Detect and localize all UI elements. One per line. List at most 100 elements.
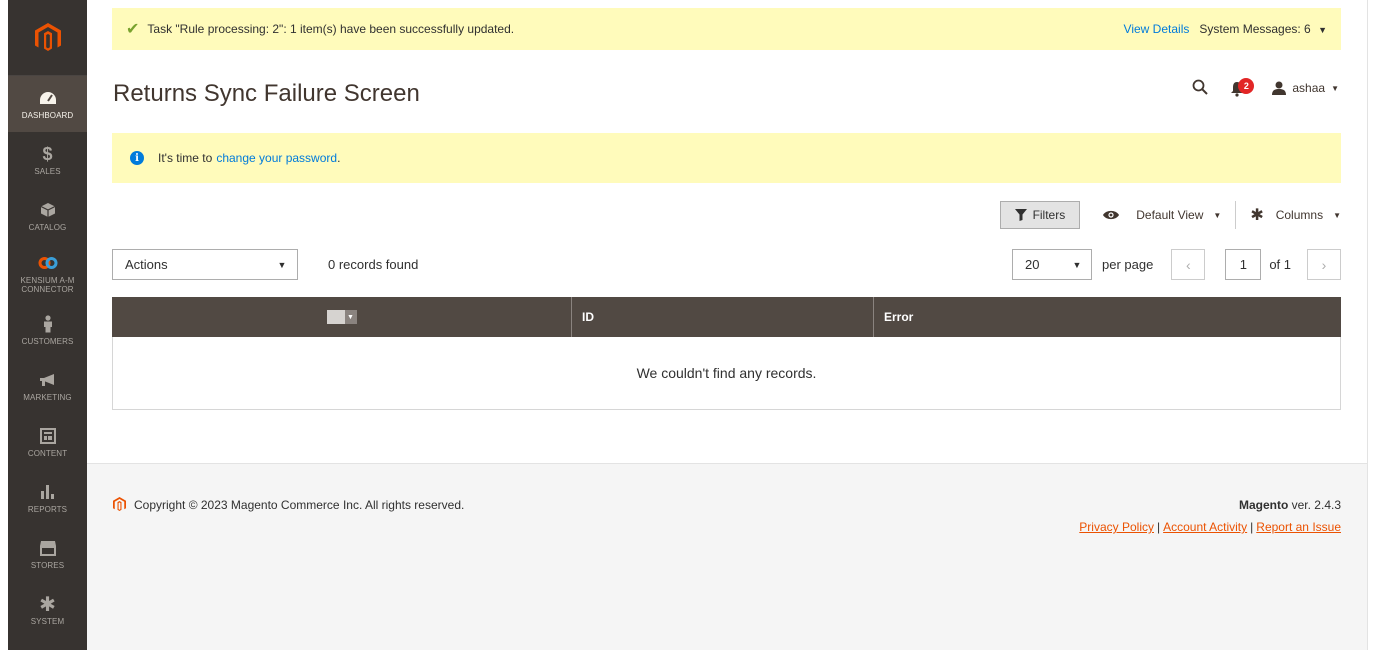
magento-logo-icon xyxy=(113,497,126,511)
brand-name: Magento xyxy=(1238,498,1289,512)
column-header-id[interactable]: ID xyxy=(572,297,874,337)
per-page-select[interactable]: 20 ▼ xyxy=(1011,249,1092,280)
dollar-icon: $ xyxy=(42,143,53,164)
gear-icon: ✱ xyxy=(39,593,56,616)
sidebar-item-sales[interactable]: $ SALES xyxy=(8,132,87,188)
header-actions: 2 ashaa ▼ xyxy=(1192,78,1339,98)
sidebar-item-content[interactable]: CONTENT xyxy=(8,414,87,470)
column-header-error[interactable]: Error xyxy=(874,297,1341,337)
column-mass-select: ▼ xyxy=(112,297,572,337)
system-message-actions: View Details System Messages: 6 ▼ xyxy=(1124,22,1327,36)
sidebar-item-system[interactable]: ✱ SYSTEM xyxy=(8,582,87,638)
layout-icon xyxy=(37,425,59,447)
scroll-edge xyxy=(1367,0,1373,650)
next-page-button[interactable]: › xyxy=(1307,249,1341,280)
filters-label: Filters xyxy=(1032,208,1066,222)
user-icon xyxy=(1272,81,1287,95)
store-icon xyxy=(37,537,59,559)
notice-prefix: It's time to xyxy=(158,151,213,165)
notification-count-badge: 2 xyxy=(1238,78,1255,94)
sidebar-item-customers[interactable]: CUSTOMERS xyxy=(8,302,87,358)
version-info: Magento ver. 2.4.3 xyxy=(1079,498,1341,512)
notifications-button[interactable]: 2 xyxy=(1230,78,1255,98)
sidebar-item-kensium-connector[interactable]: KENSIUM A-M CONNECTOR xyxy=(8,244,87,302)
dashboard-icon xyxy=(37,87,59,109)
admin-sidebar: DASHBOARD $ SALES CATALOG KENSIUM A-M CO… xyxy=(8,0,87,650)
user-name: ashaa xyxy=(1292,81,1326,95)
filters-button[interactable]: Filters xyxy=(999,201,1081,229)
chevron-down-icon: ▼ xyxy=(1331,83,1339,93)
sidebar-item-label: CATALOG xyxy=(28,223,67,233)
page-number-input[interactable]: 1 xyxy=(1225,249,1262,280)
default-view-dropdown[interactable]: Default View ▼ xyxy=(1102,201,1237,229)
gear-icon: ✱ xyxy=(1250,207,1264,224)
columns-dropdown[interactable]: ✱ Columns ▼ xyxy=(1250,205,1341,225)
user-menu[interactable]: ashaa ▼ xyxy=(1272,81,1339,95)
sidebar-item-label: CUSTOMERS xyxy=(21,337,74,347)
sidebar-item-marketing[interactable]: MARKETING xyxy=(8,358,87,414)
search-icon[interactable] xyxy=(1192,79,1209,98)
default-view-label: Default View xyxy=(1136,208,1204,222)
link-separator: | xyxy=(1250,520,1254,534)
system-message-text: Task "Rule processing: 2": 1 item(s) hav… xyxy=(147,22,515,36)
system-message-bar: ✔ Task "Rule processing: 2": 1 item(s) h… xyxy=(112,8,1341,50)
page-number-value: 1 xyxy=(1239,257,1247,272)
link-icon xyxy=(37,252,59,274)
system-messages-toggle[interactable]: System Messages: 6 ▼ xyxy=(1199,22,1327,36)
grid-header: ▼ ID Error xyxy=(112,297,1341,337)
chevron-left-icon: ‹ xyxy=(1185,256,1191,273)
records-found: 0 records found xyxy=(328,257,419,272)
copyright: Copyright © 2023 Magento Commerce Inc. A… xyxy=(113,497,464,512)
actions-dropdown[interactable]: Actions ▼ xyxy=(112,249,298,280)
sidebar-item-label: CONTENT xyxy=(27,449,68,459)
password-notice: i It's time to change your password . xyxy=(112,133,1341,183)
change-password-link[interactable]: change your password xyxy=(216,151,337,165)
sidebar-item-dashboard[interactable]: DASHBOARD xyxy=(8,76,87,132)
checkmark-icon: ✔ xyxy=(126,21,140,38)
report-issue-link[interactable]: Report an Issue xyxy=(1256,520,1341,534)
chevron-down-icon: ▼ xyxy=(1213,210,1222,220)
cube-icon xyxy=(37,199,59,221)
chevron-down-icon: ▼ xyxy=(1072,259,1082,270)
link-separator: | xyxy=(1156,520,1161,534)
grid-toolbar: Filters Default View ▼ ✱ Columns ▼ xyxy=(999,200,1341,230)
pagination: 20 ▼ per page ‹ 1 of 1 › xyxy=(1011,249,1341,280)
sidebar-item-catalog[interactable]: CATALOG xyxy=(8,188,87,244)
previous-page-button[interactable]: ‹ xyxy=(1171,249,1206,280)
copyright-text: Copyright © 2023 Magento Commerce Inc. A… xyxy=(134,497,465,512)
sidebar-item-label: SALES xyxy=(34,167,61,177)
columns-label: Columns xyxy=(1275,208,1324,222)
privacy-policy-link[interactable]: Privacy Policy xyxy=(1079,520,1154,534)
page-total: of 1 xyxy=(1269,257,1291,272)
mass-select-dropdown[interactable]: ▼ xyxy=(326,310,357,324)
page-footer: Copyright © 2023 Magento Commerce Inc. A… xyxy=(87,463,1367,650)
magento-logo-icon xyxy=(34,22,61,51)
sidebar-item-label: MARKETING xyxy=(23,393,72,403)
data-grid: ▼ ID Error We couldn't find any records. xyxy=(112,297,1341,410)
sidebar-item-label: KENSIUM A-M CONNECTOR xyxy=(20,275,75,294)
sidebar-item-stores[interactable]: STORES xyxy=(8,526,87,582)
version-text: ver. 2.4.3 xyxy=(1288,498,1341,512)
system-messages-label: System Messages: 6 xyxy=(1199,22,1311,36)
sidebar-item-label: REPORTS xyxy=(27,505,68,515)
account-activity-link[interactable]: Account Activity xyxy=(1163,520,1247,534)
bar-chart-icon xyxy=(37,481,59,503)
chevron-down-icon: ▼ xyxy=(344,310,357,324)
grid-empty-message: We couldn't find any records. xyxy=(112,337,1341,410)
megaphone-icon xyxy=(37,369,59,391)
sidebar-item-label: STORES xyxy=(30,561,65,571)
per-page-label: per page xyxy=(1101,257,1154,272)
actions-label: Actions xyxy=(125,257,168,272)
main-content: ✔ Task "Rule processing: 2": 1 item(s) h… xyxy=(87,0,1367,650)
per-page-value: 20 xyxy=(1024,257,1040,272)
eye-icon xyxy=(1103,210,1120,220)
chevron-down-icon: ▼ xyxy=(277,259,287,270)
info-icon: i xyxy=(130,151,144,165)
view-details-link[interactable]: View Details xyxy=(1124,22,1190,36)
footer-right: Magento ver. 2.4.3 Privacy Policy | Accoun… xyxy=(1079,498,1341,534)
person-icon xyxy=(37,313,59,335)
sidebar-item-label: DASHBOARD xyxy=(21,111,74,121)
sidebar-item-reports[interactable]: REPORTS xyxy=(8,470,87,526)
page-title: Returns Sync Failure Screen xyxy=(113,80,420,107)
magento-logo[interactable] xyxy=(8,0,87,76)
